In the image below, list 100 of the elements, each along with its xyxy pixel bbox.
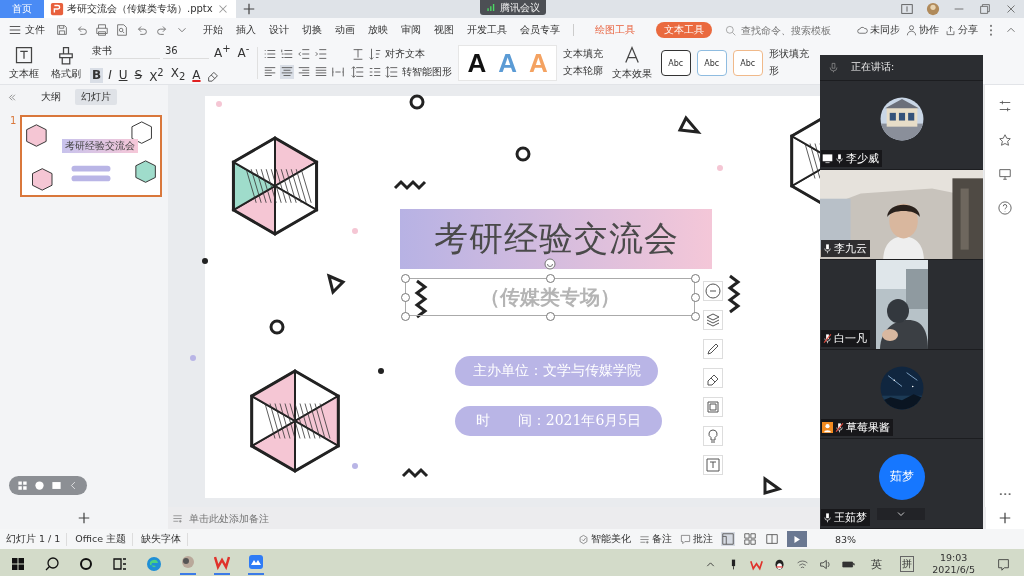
align-center-icon[interactable]	[280, 65, 295, 79]
browser-icon[interactable]	[146, 556, 162, 572]
play-button[interactable]	[786, 531, 807, 547]
font-color-button[interactable]: A	[190, 67, 203, 83]
shrink-font-button[interactable]: A$^{-}$	[235, 41, 252, 61]
app-icon[interactable]	[180, 553, 196, 575]
task-view-icon[interactable]	[112, 556, 128, 572]
bulb-icon[interactable]	[703, 426, 723, 446]
text-effect-button[interactable]: 文本效果	[608, 43, 655, 83]
reading-view-icon[interactable]	[764, 532, 779, 546]
meeting-pill[interactable]: 腾讯会议	[480, 0, 546, 15]
align-right-icon[interactable]	[297, 65, 312, 79]
format-button[interactable]: S	[132, 67, 145, 83]
shape-style-sample[interactable]: Abc	[732, 50, 763, 76]
resize-handle[interactable]	[546, 274, 555, 283]
text-fill-button[interactable]: 文本填充	[562, 48, 603, 61]
smart-shape-button[interactable]: 转智能图形	[402, 65, 453, 79]
menu-tab[interactable]: 开始	[203, 23, 223, 37]
text-style-sample[interactable]: A	[467, 47, 487, 79]
input-method[interactable]: 拼	[900, 556, 915, 572]
menu-tab[interactable]: 开发工具	[467, 23, 507, 37]
format-button[interactable]: I	[106, 67, 114, 83]
penguin-icon[interactable]	[773, 557, 787, 571]
bullets-icon[interactable]	[263, 47, 278, 61]
font-dropdown[interactable]: 隶书	[90, 43, 160, 59]
size-dropdown[interactable]: 36	[163, 43, 209, 59]
format-button[interactable]: X$_{2}$	[168, 65, 188, 85]
file-menu[interactable]: 文件	[8, 23, 45, 37]
spacing-icon[interactable]	[351, 65, 366, 79]
textbox-icon[interactable]	[703, 455, 723, 475]
notification-icon[interactable]	[997, 557, 1010, 571]
save-icon[interactable]	[55, 23, 69, 37]
panel-tab[interactable]: 幻灯片	[75, 89, 117, 105]
outdent-icon[interactable]	[297, 47, 312, 61]
spacing-icon[interactable]	[385, 65, 400, 79]
indent-icon[interactable]	[314, 47, 329, 61]
format-button[interactable]: B	[90, 67, 104, 83]
windows-start-icon[interactable]	[10, 556, 26, 572]
comments-button[interactable]: 批注	[679, 532, 713, 546]
para-icon[interactable]	[368, 65, 383, 79]
minus-icon[interactable]	[703, 281, 723, 301]
layers-icon[interactable]	[703, 310, 723, 330]
resize-handle[interactable]	[691, 293, 700, 302]
format-button[interactable]: X$^{2}$	[147, 65, 166, 85]
shape-style-sample[interactable]: Abc	[660, 50, 691, 76]
resize-handle[interactable]	[691, 274, 700, 283]
menu-tab[interactable]: 动画	[335, 23, 355, 37]
format-painter-button[interactable]: 格式刷	[48, 43, 84, 83]
frame-icon[interactable]	[703, 397, 723, 417]
search-field[interactable]: 查找命令、搜索模板	[725, 23, 843, 37]
clock-date[interactable]: 2021/6/5	[932, 564, 975, 576]
undo-icon[interactable]	[135, 23, 149, 37]
align-justify-icon[interactable]	[314, 65, 329, 79]
wifi-icon[interactable]	[796, 557, 810, 571]
avatar-icon[interactable]	[926, 2, 940, 16]
pen-icon[interactable]	[703, 339, 723, 359]
menu-tab[interactable]: 切换	[302, 23, 322, 37]
meeting-app-icon[interactable]	[248, 553, 264, 575]
clock-time[interactable]: 19:03	[939, 552, 968, 564]
menu-tab[interactable]: 放映	[368, 23, 388, 37]
status-text[interactable]: 缺失字体	[141, 532, 189, 546]
redo-icon[interactable]	[155, 23, 169, 37]
grid-icon[interactable]	[17, 480, 28, 491]
page-icon[interactable]	[900, 2, 914, 16]
sorter-view-icon[interactable]	[742, 532, 757, 546]
volume-icon[interactable]	[819, 557, 833, 571]
beautify-button[interactable]: 智能美化	[577, 532, 631, 546]
textbox-button[interactable]: 文本框	[6, 43, 42, 83]
search-icon[interactable]	[44, 556, 60, 572]
window-icon[interactable]	[51, 480, 62, 491]
rotate-handle[interactable]	[544, 258, 556, 270]
slide-thumbnail[interactable]: 考研经验交流会	[20, 115, 163, 197]
print-icon[interactable]	[95, 23, 109, 37]
menu-tab[interactable]: 插入	[236, 23, 256, 37]
resize-handle[interactable]	[546, 312, 555, 321]
grow-font-button[interactable]: A$^{+}$	[212, 41, 233, 61]
eraser-icon[interactable]	[703, 368, 723, 388]
action-button[interactable]: 未同步	[857, 23, 900, 37]
zoom-in-icon[interactable]	[998, 511, 1012, 525]
settings-icon[interactable]	[997, 99, 1012, 113]
resize-handle[interactable]	[691, 312, 700, 321]
align-distribute-icon[interactable]	[331, 65, 346, 79]
circle-icon[interactable]	[78, 556, 94, 572]
shape-fill-button[interactable]: 形状填充	[768, 48, 809, 61]
new-tab-icon[interactable]	[241, 2, 256, 16]
resize-handle[interactable]	[401, 274, 410, 283]
screen-icon[interactable]	[997, 167, 1012, 181]
action-button[interactable]: 协作	[906, 23, 939, 37]
notes-button[interactable]: 备注	[638, 532, 672, 546]
input-language[interactable]: 英	[871, 556, 883, 572]
menu-tab[interactable]: 设计	[269, 23, 289, 37]
collapse-icon[interactable]	[6, 91, 17, 103]
expand-icon[interactable]	[877, 507, 925, 520]
slide-title[interactable]: 考研经验交流会	[400, 209, 712, 269]
action-button[interactable]: 分享	[945, 23, 978, 37]
format-button[interactable]: U	[116, 67, 130, 83]
restore-icon[interactable]	[978, 2, 992, 16]
text-outline-button[interactable]: 文本轮廓	[562, 65, 603, 78]
notes-field[interactable]: 单击此处添加备注	[187, 511, 391, 525]
menu-tab[interactable]: 会员专享	[520, 23, 560, 37]
